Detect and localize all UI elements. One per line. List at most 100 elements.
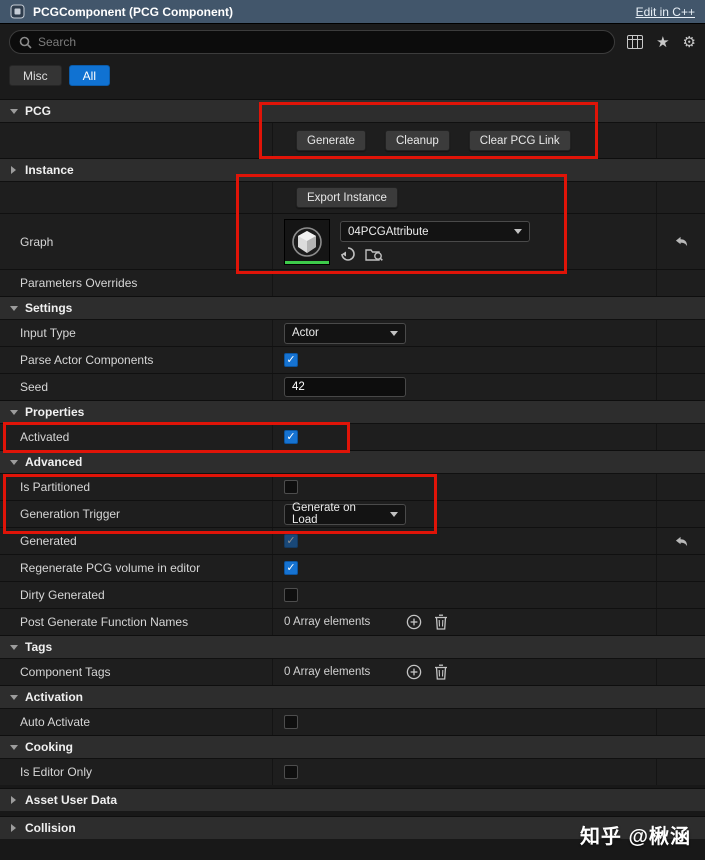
details-panel: PCGComponent (PCG Component) Edit in C++… xyxy=(0,0,705,860)
parameters-overrides-row: Parameters Overrides xyxy=(0,269,705,296)
seed-label: Seed xyxy=(0,374,272,400)
is-editor-only-checkbox[interactable] xyxy=(284,765,298,779)
generation-trigger-value: Generate on Load xyxy=(292,502,382,526)
edit-in-cpp-link[interactable]: Edit in C++ xyxy=(636,5,695,19)
input-type-row: Input Type Actor xyxy=(0,319,705,346)
category-expand-icon xyxy=(8,645,19,650)
use-selected-asset-icon[interactable] xyxy=(340,246,356,262)
is-partitioned-label: Is Partitioned xyxy=(0,474,272,500)
view-options-icon[interactable] xyxy=(627,35,643,49)
parameters-overrides-label: Parameters Overrides xyxy=(0,270,272,296)
generated-row: Generated ✓ xyxy=(0,527,705,554)
export-instance-button[interactable]: Export Instance xyxy=(296,187,398,208)
category-header-activation[interactable]: Activation xyxy=(0,685,705,708)
chevron-down-icon xyxy=(390,512,398,517)
filter-all-button[interactable]: All xyxy=(69,65,110,86)
category-expand-icon xyxy=(8,166,19,174)
category-label: Collision xyxy=(25,821,76,835)
delete-elements-icon[interactable] xyxy=(434,614,448,630)
component-title: PCGComponent (PCG Component) xyxy=(33,5,233,19)
seed-input[interactable] xyxy=(284,377,406,397)
is-editor-only-label: Is Editor Only xyxy=(0,759,272,785)
category-header-asset-user-data[interactable]: Asset User Data xyxy=(0,788,705,811)
parse-actor-components-checkbox[interactable]: ✓ xyxy=(284,353,298,367)
favorites-star-icon[interactable]: ★ xyxy=(656,35,669,50)
seed-row: Seed xyxy=(0,373,705,400)
parse-actor-components-label: Parse Actor Components xyxy=(0,347,272,373)
activated-label: Activated xyxy=(0,424,272,450)
graph-asset-dropdown[interactable]: 04PCGAttribute xyxy=(340,221,530,242)
regenerate-pcg-volume-row: Regenerate PCG volume in editor ✓ xyxy=(0,554,705,581)
category-label: Settings xyxy=(25,301,72,315)
is-partitioned-row: Is Partitioned xyxy=(0,473,705,500)
pcg-actions-row: Generate Cleanup Clear PCG Link xyxy=(0,122,705,158)
clear-pcg-link-button[interactable]: Clear PCG Link xyxy=(469,130,571,151)
auto-activate-checkbox[interactable] xyxy=(284,715,298,729)
generated-checkbox[interactable]: ✓ xyxy=(284,534,298,548)
activated-row: Activated ✓ xyxy=(0,423,705,450)
activated-checkbox[interactable]: ✓ xyxy=(284,430,298,444)
cleanup-button[interactable]: Cleanup xyxy=(385,130,450,151)
category-header-cooking[interactable]: Cooking xyxy=(0,735,705,758)
chevron-down-icon xyxy=(514,229,522,234)
search-toolbar: ★ ⚙ xyxy=(0,24,705,60)
graph-asset-thumbnail[interactable] xyxy=(284,219,330,265)
category-expand-icon xyxy=(8,695,19,700)
auto-activate-row: Auto Activate xyxy=(0,708,705,735)
generation-trigger-label: Generation Trigger xyxy=(0,501,272,527)
search-icon xyxy=(19,36,32,49)
filter-misc-button[interactable]: Misc xyxy=(9,65,62,86)
is-partitioned-checkbox[interactable] xyxy=(284,480,298,494)
browse-to-asset-icon[interactable] xyxy=(365,247,383,262)
category-expand-icon xyxy=(8,460,19,465)
category-expand-icon xyxy=(8,745,19,750)
category-label: Advanced xyxy=(25,455,82,469)
category-label: Instance xyxy=(25,163,74,177)
component-tags-label: Component Tags xyxy=(0,659,272,685)
array-elements-count: 0 Array elements xyxy=(284,666,370,678)
post-generate-function-names-label: Post Generate Function Names xyxy=(0,609,272,635)
search-input[interactable] xyxy=(38,35,605,49)
add-element-icon[interactable] xyxy=(406,614,422,630)
asset-type-color-strip xyxy=(285,261,329,264)
parse-actor-components-row: Parse Actor Components ✓ xyxy=(0,346,705,373)
category-header-instance[interactable]: Instance xyxy=(0,158,705,181)
category-expand-icon xyxy=(8,824,19,832)
input-type-dropdown[interactable]: Actor xyxy=(284,323,406,344)
category-expand-icon xyxy=(8,796,19,804)
pcg-graph-asset-icon xyxy=(290,225,324,259)
chevron-down-icon xyxy=(390,331,398,336)
category-label: Asset User Data xyxy=(25,793,117,807)
category-header-advanced[interactable]: Advanced xyxy=(0,450,705,473)
input-type-value: Actor xyxy=(292,327,319,339)
category-header-pcg[interactable]: PCG xyxy=(0,99,705,122)
reset-to-default-icon[interactable] xyxy=(674,535,689,548)
category-label: Activation xyxy=(25,690,83,704)
export-instance-row: Export Instance xyxy=(0,181,705,213)
input-type-label: Input Type xyxy=(0,320,272,346)
category-header-tags[interactable]: Tags xyxy=(0,635,705,658)
generation-trigger-dropdown[interactable]: Generate on Load xyxy=(284,504,406,525)
category-label: PCG xyxy=(25,104,51,118)
category-header-settings[interactable]: Settings xyxy=(0,296,705,319)
component-icon xyxy=(10,4,25,19)
generation-trigger-row: Generation Trigger Generate on Load xyxy=(0,500,705,527)
is-editor-only-row: Is Editor Only xyxy=(0,758,705,785)
search-box[interactable] xyxy=(9,30,615,54)
array-elements-count: 0 Array elements xyxy=(284,616,370,628)
category-expand-icon xyxy=(8,410,19,415)
component-header-bar: PCGComponent (PCG Component) Edit in C++ xyxy=(0,0,705,24)
generated-label: Generated xyxy=(0,528,272,554)
reset-to-default-icon[interactable] xyxy=(674,235,689,248)
dirty-generated-checkbox[interactable] xyxy=(284,588,298,602)
category-label: Tags xyxy=(25,640,52,654)
settings-gear-icon[interactable]: ⚙ xyxy=(683,35,696,50)
regenerate-pcg-volume-checkbox[interactable]: ✓ xyxy=(284,561,298,575)
delete-elements-icon[interactable] xyxy=(434,664,448,680)
category-expand-icon xyxy=(8,109,19,114)
graph-label: Graph xyxy=(0,214,272,269)
category-header-properties[interactable]: Properties xyxy=(0,400,705,423)
add-element-icon[interactable] xyxy=(406,664,422,680)
category-expand-icon xyxy=(8,306,19,311)
generate-button[interactable]: Generate xyxy=(296,130,366,151)
